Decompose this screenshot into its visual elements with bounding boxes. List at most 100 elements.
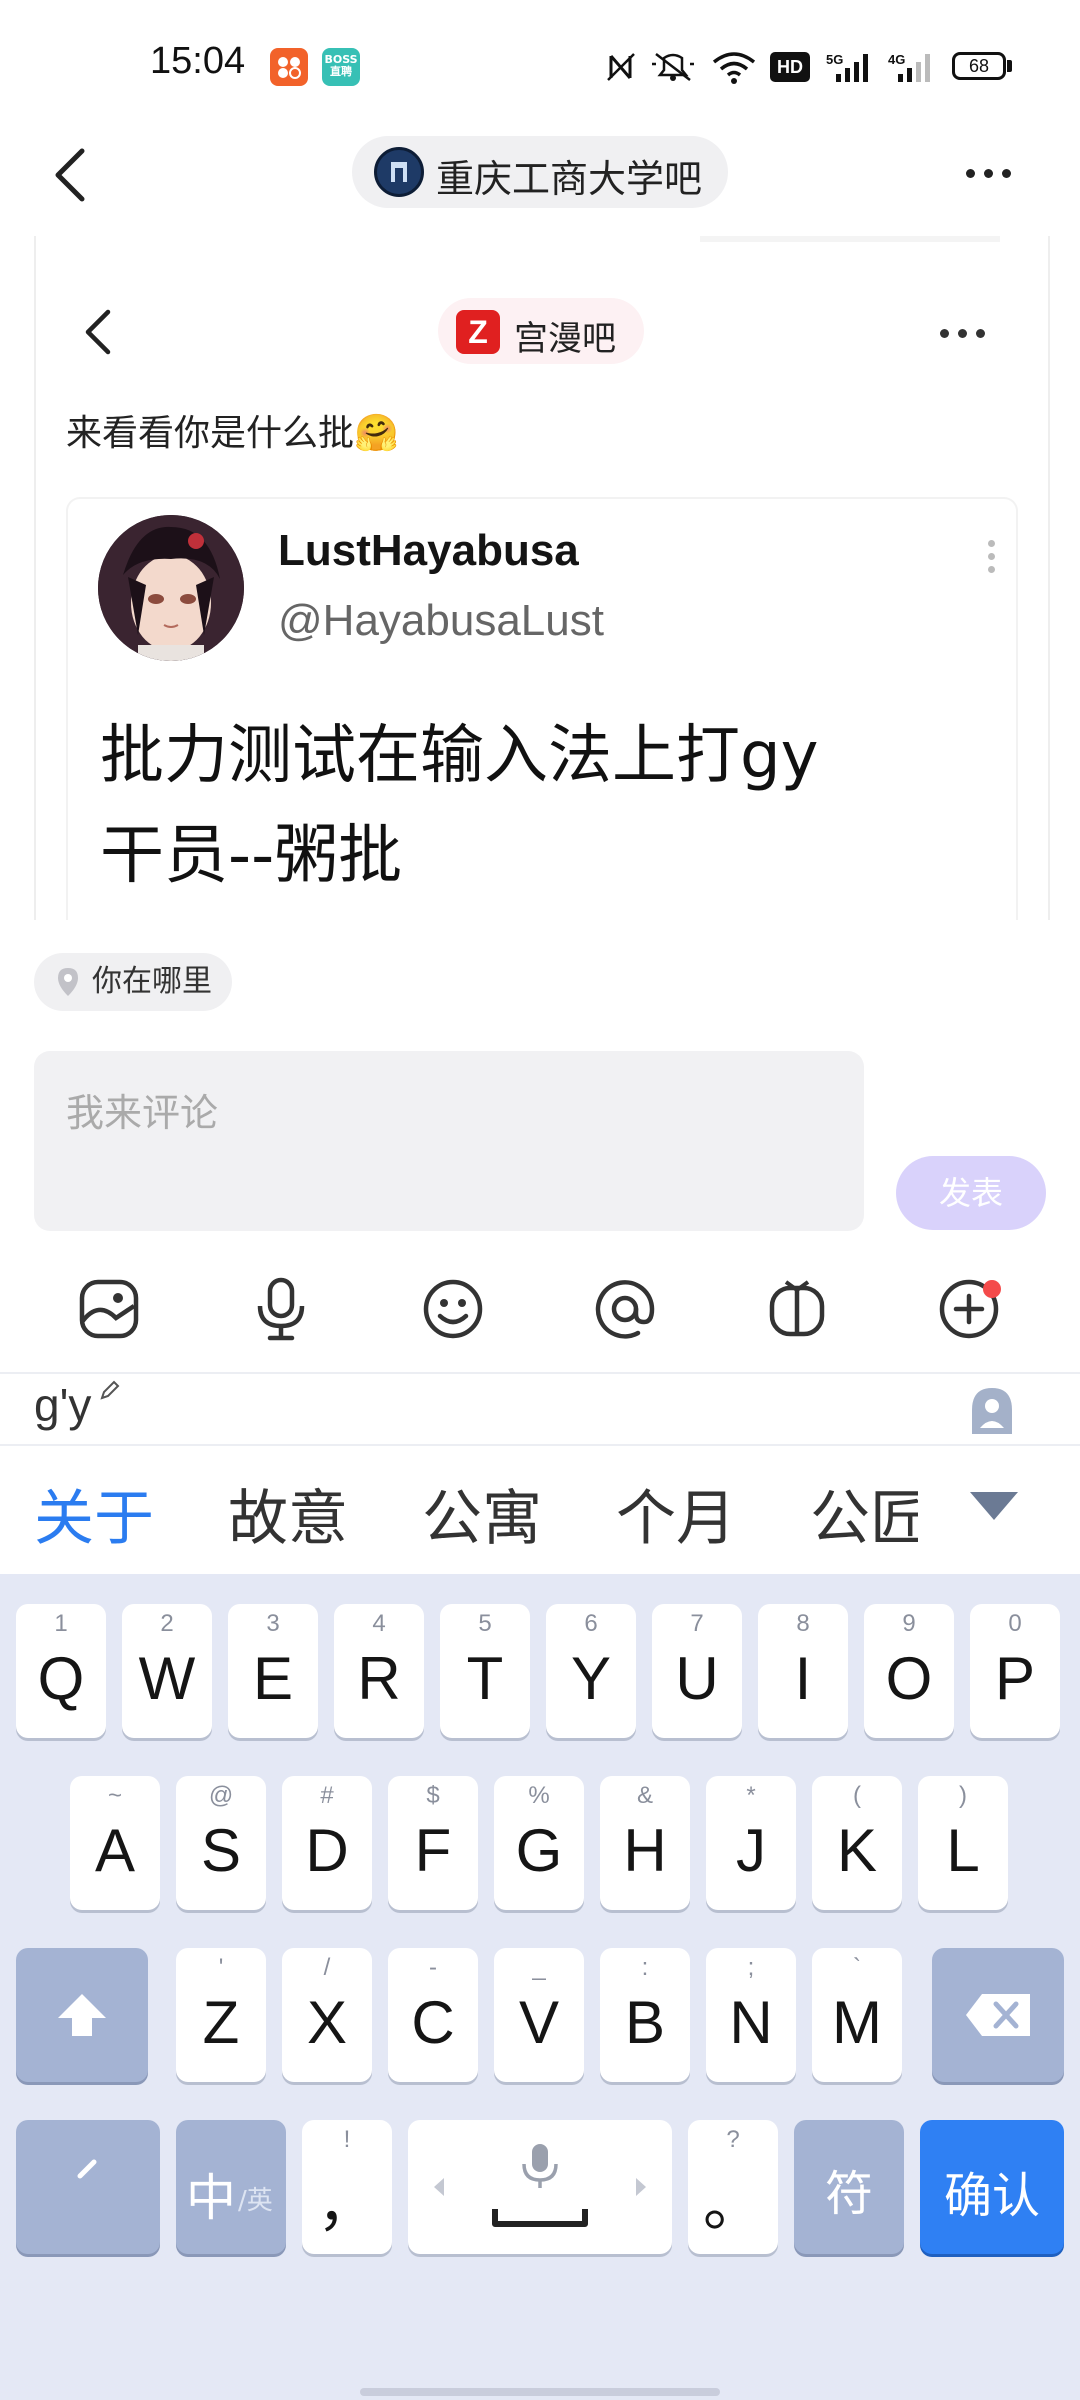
home-indicator[interactable] bbox=[360, 2388, 720, 2396]
key-hint: 9 bbox=[902, 1610, 916, 1637]
candidate-word[interactable]: 公寓 bbox=[422, 1470, 542, 1557]
ime-avatar-icon[interactable] bbox=[966, 1384, 1018, 1436]
key-label: L bbox=[946, 1817, 980, 1884]
key-u[interactable]: 7U bbox=[652, 1604, 742, 1738]
tweet-text-line: 干员--粥批 bbox=[100, 819, 403, 893]
ime-preedit: g'y bbox=[34, 1379, 92, 1431]
inner-more-options-icon bbox=[940, 318, 985, 348]
key-v[interactable]: _ V bbox=[494, 1948, 584, 2082]
candidate-word[interactable]: 个月 bbox=[616, 1470, 736, 1557]
key-hint: ' bbox=[218, 1954, 224, 1981]
comma-key[interactable]: ! ， bbox=[302, 2120, 392, 2254]
key-w[interactable]: 2W bbox=[122, 1604, 212, 1738]
space-key[interactable] bbox=[408, 2120, 672, 2254]
key-label: I bbox=[794, 1645, 812, 1712]
key-label: A bbox=[94, 1817, 136, 1884]
key-a[interactable]: ~ A bbox=[70, 1776, 160, 1910]
key-label: M bbox=[832, 1989, 882, 2056]
key-hint: $ bbox=[426, 1782, 440, 1809]
emoji-kb-key[interactable] bbox=[16, 2120, 160, 2254]
key-e[interactable]: 3E bbox=[228, 1604, 318, 1738]
key-label: T bbox=[466, 1645, 504, 1712]
key-label: D bbox=[305, 1817, 349, 1884]
key-hint: 3 bbox=[266, 1610, 280, 1637]
key-hint: 7 bbox=[690, 1610, 704, 1637]
key-hint: 4 bbox=[372, 1610, 386, 1637]
key-label: W bbox=[138, 1645, 196, 1712]
notification-dot bbox=[983, 1280, 1001, 1298]
key-hint: 5 bbox=[478, 1610, 492, 1637]
key-y[interactable]: 6Y bbox=[546, 1604, 636, 1738]
lang-switch-key[interactable]: 中 /英 bbox=[176, 2120, 286, 2254]
key-g[interactable]: % G bbox=[494, 1776, 584, 1910]
key-x[interactable]: / X bbox=[282, 1948, 372, 2082]
key-p[interactable]: 0P bbox=[970, 1604, 1060, 1738]
microphone-icon[interactable] bbox=[248, 1276, 314, 1342]
key-label: S bbox=[200, 1817, 242, 1884]
key-hint: 8 bbox=[796, 1610, 810, 1637]
tweet-avatar bbox=[98, 515, 244, 661]
key-hint: * bbox=[746, 1782, 756, 1809]
comment-input[interactable] bbox=[34, 1051, 864, 1231]
key-o[interactable]: 9O bbox=[864, 1604, 954, 1738]
expand-candidates-icon[interactable] bbox=[970, 1492, 1018, 1520]
key-m[interactable]: ` M bbox=[812, 1948, 902, 2082]
key-hint: # bbox=[320, 1782, 334, 1809]
emoji-icon[interactable] bbox=[420, 1276, 486, 1342]
key-label: Q bbox=[37, 1645, 85, 1712]
key-z[interactable]: ' Z bbox=[176, 1948, 266, 2082]
publish-button[interactable]: 发表 bbox=[896, 1156, 1046, 1230]
key-hint: ` bbox=[853, 1954, 861, 1981]
key-k[interactable]: (K bbox=[812, 1776, 902, 1910]
key-q[interactable]: 1Q bbox=[16, 1604, 106, 1738]
key-j[interactable]: * J bbox=[706, 1776, 796, 1910]
key-label: P bbox=[994, 1645, 1036, 1712]
voice-input-icon bbox=[522, 2144, 558, 2188]
backspace-key[interactable] bbox=[932, 1948, 1064, 2082]
candidate-word[interactable]: 故意 bbox=[228, 1470, 348, 1557]
key-hint: & bbox=[636, 1782, 653, 1809]
key-t[interactable]: 5T bbox=[440, 1604, 530, 1738]
key-label: X bbox=[306, 1989, 348, 2056]
key-label: F bbox=[414, 1817, 452, 1884]
key-s[interactable]: @ S bbox=[176, 1776, 266, 1910]
gift-icon[interactable] bbox=[764, 1276, 830, 1342]
key-b[interactable]: :B bbox=[600, 1948, 690, 2082]
inner-back-arrow-icon bbox=[85, 309, 111, 355]
key-l[interactable]: ) L bbox=[918, 1776, 1008, 1910]
lang-main-label: 中 bbox=[186, 2169, 236, 2227]
key-r[interactable]: 4R bbox=[334, 1604, 424, 1738]
candidate-clip: 公匠 bbox=[808, 1460, 918, 1550]
key-label: Z bbox=[202, 1989, 240, 2056]
tweet-handle: @HayabusaLust bbox=[278, 596, 604, 645]
symbols-key[interactable]: 符 bbox=[794, 2120, 904, 2254]
key-hint: ; bbox=[747, 1954, 755, 1981]
key-i[interactable]: 8I bbox=[758, 1604, 848, 1738]
key-n[interactable]: ; N bbox=[706, 1948, 796, 2082]
image-icon[interactable] bbox=[76, 1276, 142, 1342]
shift-key[interactable] bbox=[16, 1948, 148, 2082]
candidate-word[interactable]: 关于 bbox=[34, 1470, 154, 1557]
mention-icon[interactable] bbox=[592, 1276, 658, 1342]
period-key[interactable]: ? 。 bbox=[688, 2120, 778, 2254]
ime-divider bbox=[0, 1372, 1080, 1374]
key-d[interactable]: # D bbox=[282, 1776, 372, 1910]
edit-pencil-icon[interactable] bbox=[98, 1380, 120, 1402]
gongman-logo-icon: Z bbox=[456, 310, 500, 354]
key-hint: 1 bbox=[54, 1610, 68, 1637]
key-label: K bbox=[836, 1817, 878, 1884]
key-hint: ! bbox=[343, 2126, 351, 2153]
key-label: E bbox=[252, 1645, 294, 1712]
inner-forum-name: 宫漫吧 bbox=[514, 319, 616, 359]
key-label: B bbox=[624, 1989, 666, 2056]
confirm-key[interactable]: 确认 bbox=[920, 2120, 1064, 2254]
comment-placeholder: 我来评论 bbox=[66, 1091, 219, 1135]
key-c[interactable]: -C bbox=[388, 1948, 478, 2082]
key-hint: 0 bbox=[1008, 1610, 1022, 1637]
candidate-word[interactable]: 公匠 bbox=[810, 1470, 918, 1550]
key-hint: _ bbox=[532, 1954, 546, 1981]
key-label: N bbox=[729, 1989, 773, 2056]
key-h[interactable]: & H bbox=[600, 1776, 690, 1910]
key-f[interactable]: $ F bbox=[388, 1776, 478, 1910]
key-hint: : bbox=[641, 1954, 649, 1981]
